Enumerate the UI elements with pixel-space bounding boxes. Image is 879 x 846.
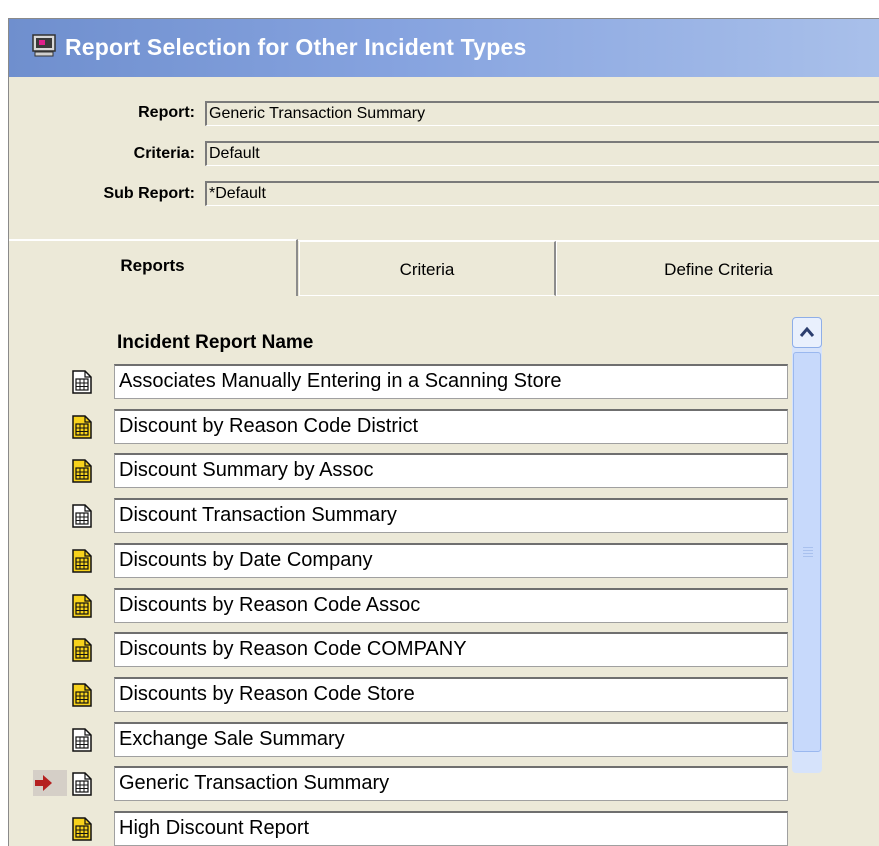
- report-selection-window: Report Selection for Other Incident Type…: [8, 18, 879, 846]
- report-label: Report:: [138, 104, 195, 121]
- tab-reports[interactable]: Reports: [9, 239, 298, 296]
- criteria-label: Criteria:: [133, 145, 195, 162]
- sub-report-field[interactable]: *Default: [205, 181, 879, 206]
- report-yellow-icon: [71, 549, 93, 573]
- arrow-right-icon: [35, 775, 52, 791]
- report-yellow-icon: [71, 594, 93, 618]
- selection-arrow-indicator: [33, 770, 67, 796]
- scroll-up-button[interactable]: [792, 317, 822, 348]
- report-yellow-icon: [71, 459, 93, 483]
- report-list-item[interactable]: Discounts by Reason Code Assoc: [114, 588, 788, 623]
- chevron-up-icon: [799, 326, 815, 337]
- thumb-grip-line: [803, 556, 813, 557]
- computer-monitor-icon: [32, 34, 56, 57]
- incident-report-name-header: Incident Report Name: [117, 332, 314, 353]
- report-yellow-icon: [71, 638, 93, 662]
- report-list-item[interactable]: Associates Manually Entering in a Scanni…: [114, 364, 788, 399]
- report-gray-icon: [71, 728, 93, 752]
- report-list-item[interactable]: Discount by Reason Code District: [114, 409, 788, 444]
- report-field[interactable]: Generic Transaction Summary: [205, 101, 879, 126]
- title-bar[interactable]: Report Selection for Other Incident Type…: [9, 19, 879, 77]
- thumb-grip-line: [803, 553, 813, 554]
- report-gray-icon: [71, 504, 93, 528]
- window-title: Report Selection for Other Incident Type…: [65, 34, 527, 60]
- sub-report-label: Sub Report:: [103, 185, 195, 202]
- report-yellow-icon: [71, 415, 93, 439]
- tab-criteria[interactable]: Criteria: [299, 241, 556, 296]
- report-list-item[interactable]: Generic Transaction Summary: [114, 766, 788, 801]
- report-list-item[interactable]: Discounts by Reason Code COMPANY: [114, 632, 788, 667]
- thumb-grip-line: [803, 547, 813, 548]
- scrollbar-thumb[interactable]: [793, 352, 821, 752]
- tab-define-criteria[interactable]: Define Criteria: [556, 241, 879, 296]
- report-gray-icon: [71, 370, 93, 394]
- report-list-item[interactable]: High Discount Report: [114, 811, 788, 846]
- thumb-grip-line: [803, 550, 813, 551]
- report-list-item[interactable]: Discount Transaction Summary: [114, 498, 788, 533]
- report-yellow-icon: [71, 683, 93, 707]
- report-list-item[interactable]: Discount Summary by Assoc: [114, 453, 788, 488]
- report-list-item[interactable]: Exchange Sale Summary: [114, 722, 788, 757]
- report-yellow-icon: [71, 817, 93, 841]
- report-gray-icon: [71, 772, 93, 796]
- report-list-item[interactable]: Discounts by Reason Code Store: [114, 677, 788, 712]
- report-list-item[interactable]: Discounts by Date Company: [114, 543, 788, 578]
- criteria-field[interactable]: Default: [205, 141, 879, 166]
